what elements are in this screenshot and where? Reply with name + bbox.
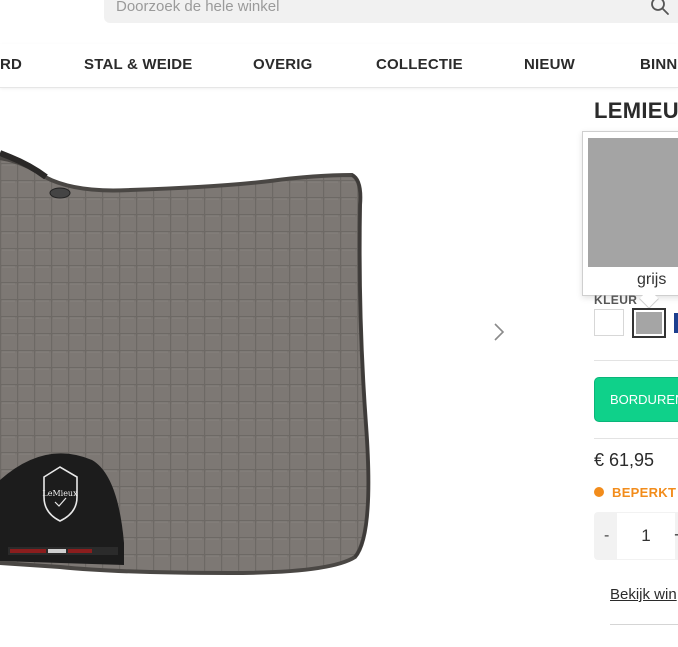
divider (610, 624, 678, 625)
quantity-input[interactable]: 1 (616, 512, 676, 560)
nav-item-overig[interactable]: OVERIG (253, 56, 313, 73)
color-preview-popup: grijs (582, 131, 678, 309)
nav-item-binnen[interactable]: BINN (640, 56, 677, 73)
color-preview-label: grijs (637, 271, 667, 288)
color-swatch-grey[interactable] (632, 308, 666, 338)
main-navigation: RD STAL & WEIDE OVERIG COLLECTIE NIEUW B… (0, 44, 678, 88)
nav-item-nieuw[interactable]: NIEUW (524, 56, 575, 73)
chevron-right-icon[interactable] (488, 320, 508, 344)
search-input[interactable]: Doorzoek de hele winkel (104, 0, 678, 23)
popup-caret (639, 289, 659, 309)
divider (594, 438, 678, 439)
nav-item-stal-weide[interactable]: STAL & WEIDE (84, 56, 193, 73)
quantity-decrease-button[interactable]: - (604, 527, 609, 545)
quantity-stepper: - 1 + (594, 512, 678, 560)
color-swatch-navy[interactable] (674, 313, 678, 333)
divider (594, 360, 678, 361)
product-title: LEMIEUX (594, 98, 678, 123)
embroider-button[interactable]: BORDUREN (594, 377, 678, 422)
color-label: KLEUR (594, 293, 638, 307)
stock-status: BEPERKT O (612, 485, 678, 500)
view-stores-link[interactable]: Bekijk win (610, 586, 677, 603)
nav-item-rd[interactable]: RD (0, 56, 22, 73)
product-price: € 61,95 (594, 450, 655, 470)
color-swatch-white[interactable] (594, 309, 624, 336)
search-placeholder: Doorzoek de hele winkel (116, 0, 280, 15)
nav-item-collectie[interactable]: COLLECTIE (376, 56, 463, 73)
stock-status-dot (594, 487, 604, 497)
lemieux-logo: LeMieux (42, 489, 78, 498)
search-icon[interactable] (650, 0, 670, 16)
color-preview-swatch (588, 138, 678, 267)
quantity-increase-button[interactable]: + (674, 525, 678, 546)
product-image: LeMieux (0, 150, 371, 576)
